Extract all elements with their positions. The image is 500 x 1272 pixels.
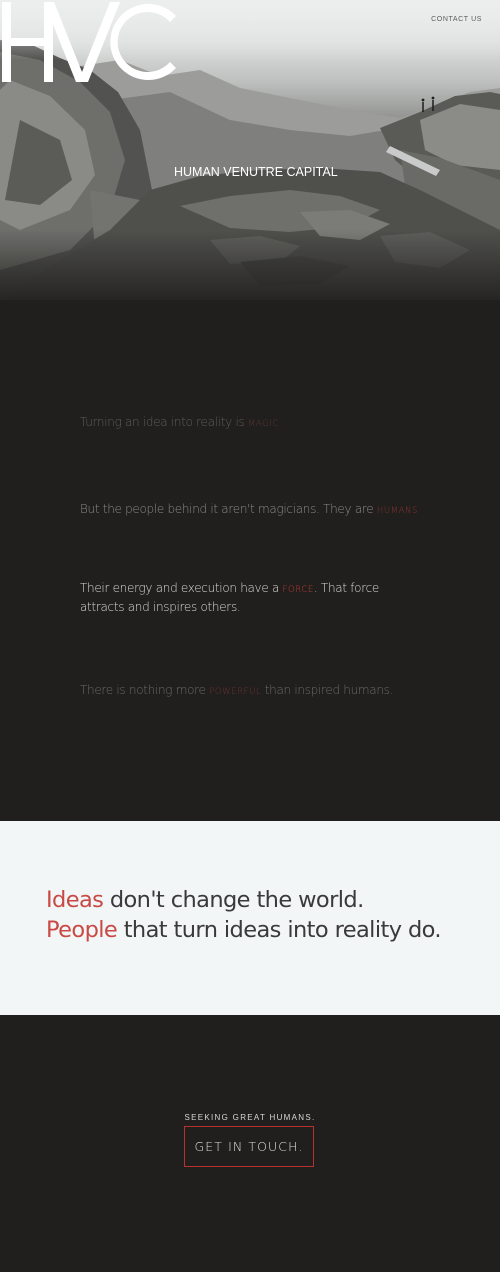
manifesto-line-force: Their energy and execution have a FORCE.…	[80, 581, 379, 614]
contact-us-link[interactable]: CONTACT US	[431, 16, 482, 23]
quote-line-ideas: Ideas don't change the world.	[46, 887, 364, 913]
logo-wordmark: HUMAN VENUTRE CAPITAL	[174, 165, 338, 179]
manifesto-line-humans: But the people behind it aren't magician…	[80, 502, 418, 516]
highlight-word: HUMANS	[376, 506, 418, 516]
quote-section: Ideas don't change the world. People tha…	[0, 821, 500, 1015]
cta-label: SEEKING GREAT HUMANS.	[184, 1113, 316, 1122]
highlight-word: POWERFUL	[209, 687, 262, 697]
manifesto-line-magic: Turning an idea into reality is MAGIC	[80, 415, 279, 429]
hero-section: CONTACT US HUMAN VENUTRE CAPITAL	[0, 0, 500, 310]
highlight-word: MAGIC	[247, 419, 279, 429]
manifesto-line-powerful: There is nothing more POWERFUL than insp…	[80, 683, 394, 697]
quote-line-people: People that turn ideas into reality do.	[46, 917, 442, 943]
highlight-word: FORCE	[282, 585, 314, 595]
hvc-logo-mark	[2, 2, 176, 82]
get-in-touch-button[interactable]: GET IN TOUCH.	[184, 1126, 314, 1167]
